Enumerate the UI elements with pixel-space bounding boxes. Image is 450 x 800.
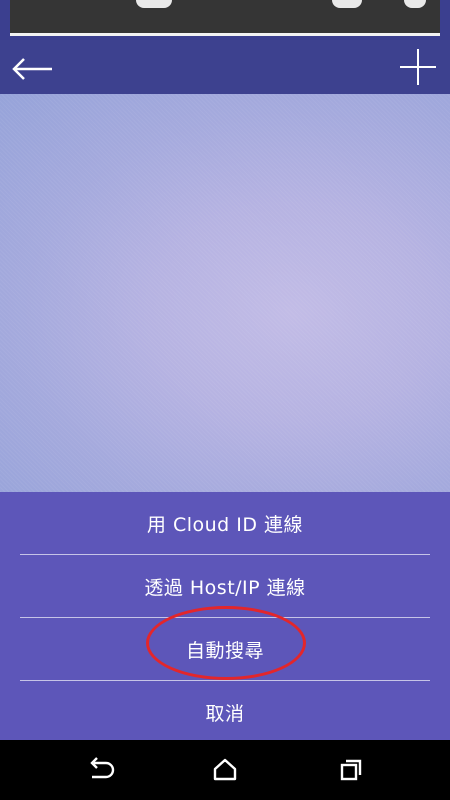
connect-cloud-id-option[interactable]: 用 Cloud ID 連線 — [0, 492, 450, 554]
connect-host-ip-label: 透過 Host/IP 連線 — [144, 576, 306, 599]
connection-action-sheet: 用 Cloud ID 連線 透過 Host/IP 連線 自動搜尋 取消 — [0, 492, 450, 740]
add-button[interactable] — [396, 46, 440, 88]
cancel-label: 取消 — [205, 702, 245, 725]
auto-search-option[interactable]: 自動搜尋 — [0, 618, 450, 680]
status-icon — [404, 0, 426, 8]
home-nav-icon — [213, 758, 237, 781]
content-background — [0, 94, 450, 492]
notification-overlay — [10, 0, 440, 36]
back-arrow-icon — [12, 58, 52, 80]
back-button[interactable] — [8, 48, 60, 86]
status-strip — [0, 0, 450, 40]
back-nav-icon — [90, 757, 115, 779]
app-toolbar — [0, 40, 450, 94]
nav-back-button[interactable] — [82, 753, 118, 787]
connect-host-ip-option[interactable]: 透過 Host/IP 連線 — [0, 555, 450, 617]
nav-recents-button[interactable] — [332, 753, 368, 787]
cancel-option[interactable]: 取消 — [0, 681, 450, 743]
status-icon — [332, 0, 362, 8]
system-navigation-bar — [0, 740, 450, 800]
plus-icon — [400, 49, 436, 85]
connect-cloud-id-label: 用 Cloud ID 連線 — [146, 513, 304, 536]
auto-search-label: 自動搜尋 — [185, 639, 264, 662]
phone-screen: 用 Cloud ID 連線 透過 Host/IP 連線 自動搜尋 取消 — [0, 0, 450, 800]
recents-nav-icon — [340, 759, 362, 781]
nav-home-button[interactable] — [207, 753, 243, 787]
status-text-fragment — [136, 0, 172, 8]
